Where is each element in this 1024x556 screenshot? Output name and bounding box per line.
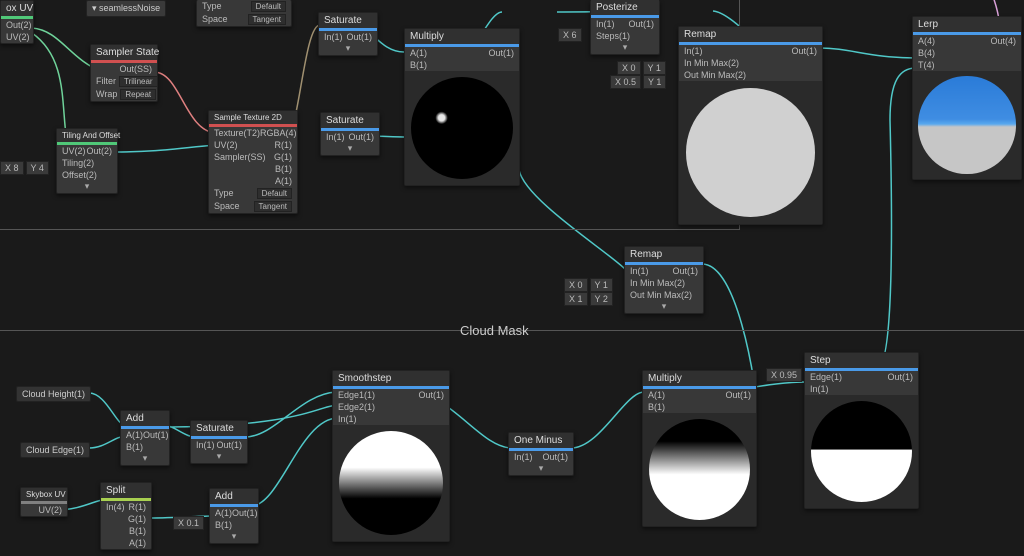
remap-mid-in-field[interactable]: X 0Y 1 bbox=[564, 278, 613, 292]
node-saturate-a[interactable]: Saturate In(1)Out(1) ▾ bbox=[318, 12, 378, 56]
group-bottom-title: Cloud Mask bbox=[460, 323, 529, 338]
add-b-field[interactable]: X 0.1 bbox=[173, 516, 204, 530]
node-posterize[interactable]: Posterize In(1)Out(1) Steps(1) ▾ bbox=[590, 0, 660, 55]
node-add-a[interactable]: Add A(1)Out(1) B(1) ▾ bbox=[120, 410, 170, 466]
node-tiling-offset[interactable]: Tiling And Offset UV(2)Out(2) Tiling(2) … bbox=[56, 128, 118, 194]
preview-noise bbox=[405, 71, 519, 185]
node-smoothstep[interactable]: Smoothstep Edge1(1)Out(1) Edge2(1) In(1) bbox=[332, 370, 450, 542]
remap-top-in-field[interactable]: X 0Y 1 bbox=[617, 61, 666, 75]
remap-top-out-field[interactable]: X 0.5Y 1 bbox=[610, 75, 666, 89]
posterize-steps-field[interactable]: X 6 bbox=[558, 28, 582, 42]
node-saturate-b[interactable]: Saturate In(1)Out(1) ▾ bbox=[320, 112, 380, 156]
node-remap-mid[interactable]: Remap In(1)Out(1) In Min Max(2) Out Min … bbox=[624, 246, 704, 314]
step-edge-field[interactable]: X 0.95 bbox=[766, 368, 802, 382]
node-sample-texture-2d[interactable]: Sample Texture 2D Texture(T2)RGBA(4) UV(… bbox=[208, 110, 298, 214]
tiling-xy-field[interactable]: X 8Y 4 bbox=[0, 161, 49, 175]
node-lerp[interactable]: Lerp A(4)Out(4) B(4) T(4) bbox=[912, 16, 1022, 180]
preview-smoothstep bbox=[333, 425, 449, 541]
node-sampler-state[interactable]: Sampler State Out(SS) FilterTrilinear Wr… bbox=[90, 44, 158, 102]
node-split[interactable]: Split In(4)R(1) G(1) B(1) A(1) bbox=[100, 482, 152, 550]
node-skybox-uv[interactable]: Skybox UV UV(2) bbox=[20, 487, 68, 517]
preview-multiply-b bbox=[643, 413, 756, 526]
node-step[interactable]: Step Edge(1)Out(1) In(1) bbox=[804, 352, 919, 509]
cloud-height-prop[interactable]: Cloud Height(1) bbox=[16, 386, 91, 402]
remap-mid-out-field[interactable]: X 1Y 2 bbox=[564, 292, 613, 306]
cloud-edge-prop[interactable]: Cloud Edge(1) bbox=[20, 442, 90, 458]
node-box-uv[interactable]: ox UV Out(2) UV(2) bbox=[0, 0, 34, 44]
node-one-minus[interactable]: One Minus In(1)Out(1) ▾ bbox=[508, 432, 574, 476]
node-remap-top[interactable]: Remap In(1)Out(1) In Min Max(2) Out Min … bbox=[678, 26, 823, 225]
seamless-noise-pill[interactable]: ▾ seamlessNoise bbox=[86, 0, 166, 17]
node-multiply-a[interactable]: Multiply A(1)Out(1) B(1) bbox=[404, 28, 520, 186]
node-multiply-b[interactable]: Multiply A(1)Out(1) B(1) bbox=[642, 370, 757, 527]
node-add-b[interactable]: Add A(1)Out(1) B(1) ▾ bbox=[209, 488, 259, 544]
preview-step bbox=[805, 395, 918, 508]
node-saturate-c[interactable]: Saturate In(1)Out(1) ▾ bbox=[190, 420, 248, 464]
preview-lerp bbox=[913, 71, 1021, 179]
node-type-space-a[interactable]: TypeDefault SpaceTangent bbox=[196, 0, 292, 27]
preview-remap-top bbox=[679, 81, 822, 224]
